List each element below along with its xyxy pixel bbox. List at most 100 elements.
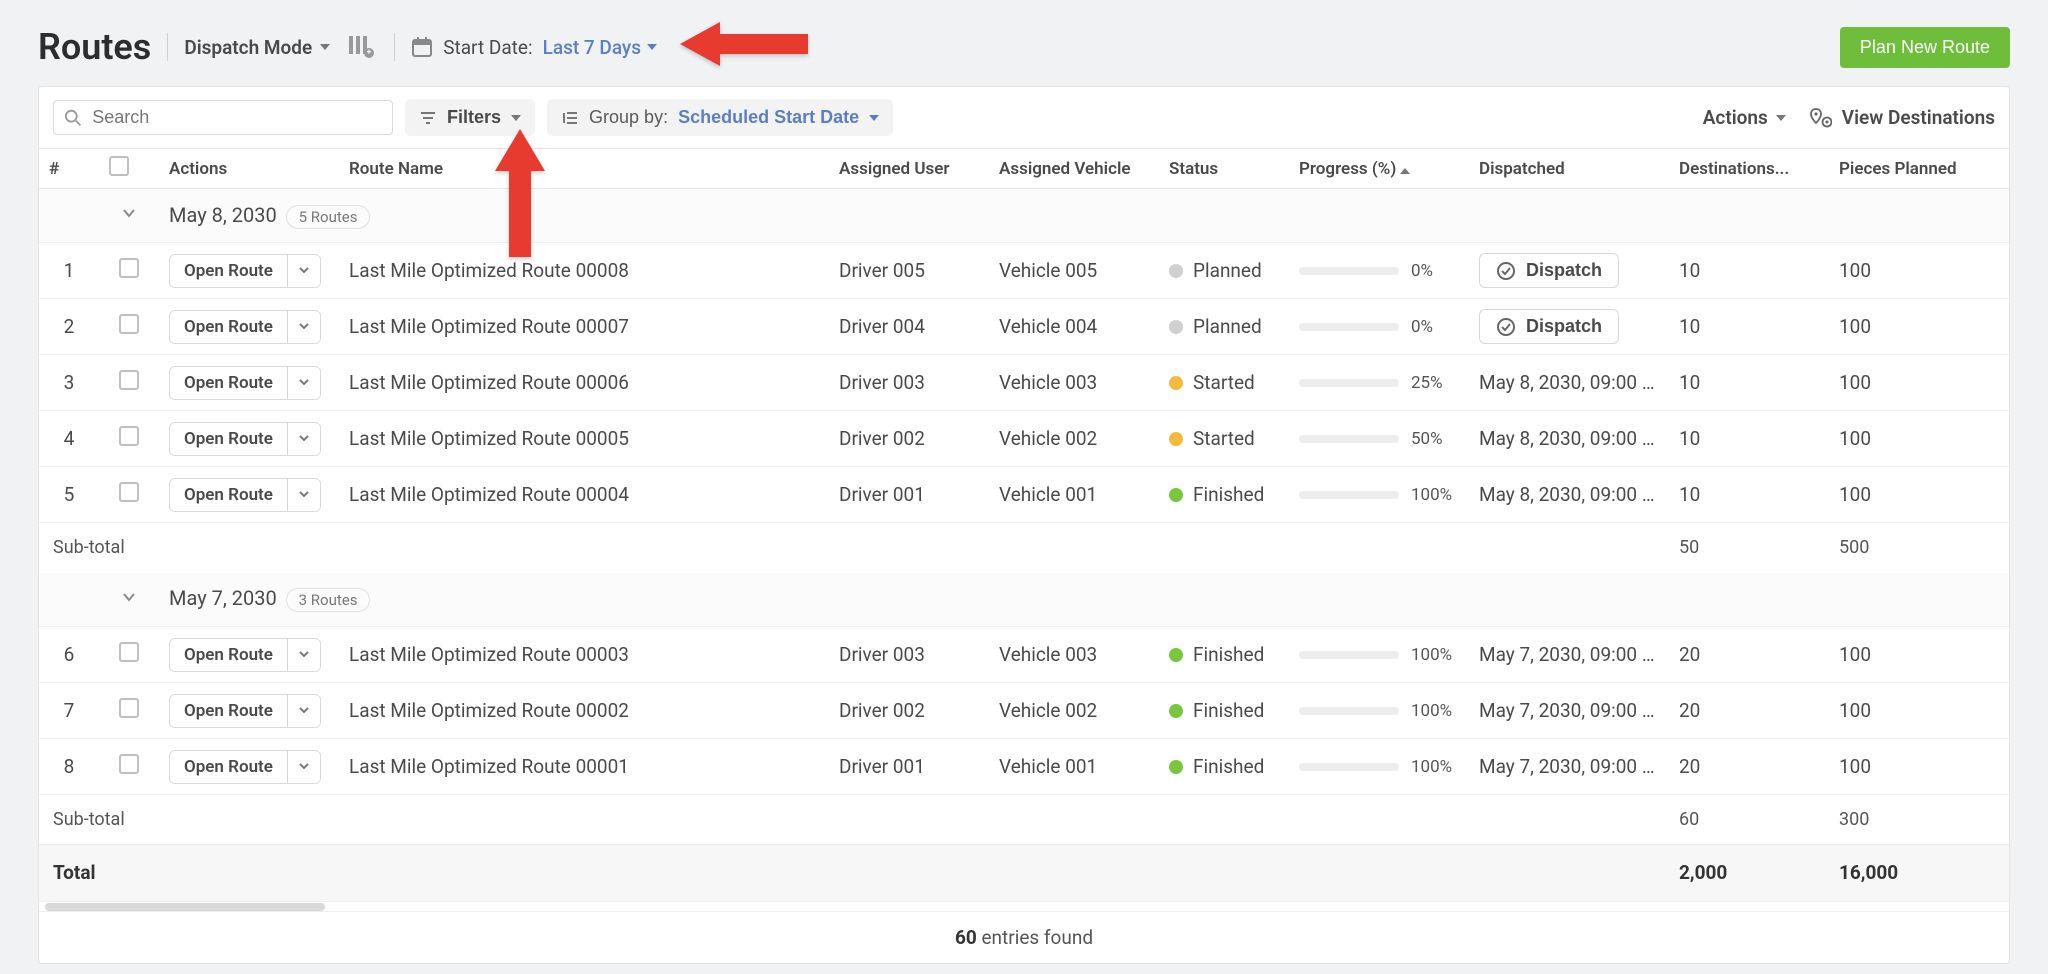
- open-route-dropdown[interactable]: [287, 311, 320, 343]
- select-all-checkbox[interactable]: [109, 156, 129, 176]
- col-status[interactable]: Status: [1159, 149, 1289, 189]
- progress-cell: 50%: [1299, 429, 1459, 449]
- pieces-planned-cell: 100: [1829, 355, 2009, 411]
- pieces-planned-cell: 100: [1829, 739, 2009, 795]
- table-row: 2Open RouteLast Mile Optimized Route 000…: [39, 299, 2009, 355]
- open-route-dropdown[interactable]: [287, 751, 320, 783]
- destinations-cell: 10: [1669, 467, 1829, 523]
- col-assigned-vehicle[interactable]: Assigned Vehicle: [989, 149, 1159, 189]
- assigned-user-cell: Driver 003: [829, 355, 989, 411]
- row-checkbox[interactable]: [119, 314, 139, 334]
- col-destinations[interactable]: Destinations...: [1669, 149, 1829, 189]
- assigned-user-cell: Driver 003: [829, 627, 989, 683]
- annotation-arrow-top: [680, 14, 810, 74]
- row-checkbox[interactable]: [119, 754, 139, 774]
- destinations-cell: 10: [1669, 299, 1829, 355]
- dispatched-cell: May 8, 2030, 09:00 AM: [1469, 355, 1669, 411]
- status-dot: [1169, 264, 1183, 278]
- dispatched-value: May 8, 2030, 09:00 AM: [1479, 427, 1669, 450]
- plan-new-route-button[interactable]: Plan New Route: [1840, 27, 2010, 68]
- dispatched-cell: May 8, 2030, 09:00 AM: [1469, 411, 1669, 467]
- subtotal-destinations: 60: [1669, 795, 1829, 845]
- routes-table: # Actions Route Name Assigned User Assig…: [39, 148, 2009, 901]
- row-checkbox[interactable]: [119, 482, 139, 502]
- calendar-icon: [411, 36, 433, 58]
- open-route-button[interactable]: Open Route: [169, 422, 321, 456]
- open-route-dropdown[interactable]: [287, 423, 320, 455]
- row-number: 2: [39, 299, 99, 355]
- open-route-button[interactable]: Open Route: [169, 478, 321, 512]
- chevron-down-icon[interactable]: [121, 589, 137, 610]
- col-select-all[interactable]: [99, 149, 159, 189]
- row-checkbox[interactable]: [119, 698, 139, 718]
- open-route-dropdown[interactable]: [287, 367, 320, 399]
- start-date-filter[interactable]: Start Date: Last 7 Days: [411, 36, 657, 59]
- subtotal-row: Sub-total60300: [39, 795, 2009, 845]
- route-name-cell: Last Mile Optimized Route 00002: [339, 683, 829, 739]
- open-route-button[interactable]: Open Route: [169, 254, 321, 288]
- open-route-button[interactable]: Open Route: [169, 366, 321, 400]
- col-actions[interactable]: Actions: [159, 149, 339, 189]
- dispatch-button[interactable]: Dispatch: [1479, 309, 1619, 344]
- open-route-button[interactable]: Open Route: [169, 694, 321, 728]
- dispatched-value: May 8, 2030, 09:00 AM: [1479, 483, 1669, 506]
- progress-cell: 100%: [1299, 757, 1459, 777]
- settings-icon-button[interactable]: [346, 31, 378, 63]
- col-pieces-planned[interactable]: Pieces Planned: [1829, 149, 2009, 189]
- search-input[interactable]: [92, 107, 382, 128]
- view-destinations-button[interactable]: View Destinations: [1810, 106, 1995, 129]
- route-name-cell: Last Mile Optimized Route 00008: [339, 243, 829, 299]
- total-destinations: 2,000: [1669, 845, 1829, 901]
- start-date-label: Start Date:: [443, 36, 532, 59]
- open-route-dropdown[interactable]: [287, 255, 320, 287]
- destinations-cell: 20: [1669, 739, 1829, 795]
- col-dispatched[interactable]: Dispatched: [1469, 149, 1669, 189]
- open-route-dropdown[interactable]: [287, 639, 320, 671]
- group-date: May 7, 2030: [169, 586, 277, 610]
- search-input-wrapper[interactable]: [53, 100, 393, 135]
- col-assigned-user[interactable]: Assigned User: [829, 149, 989, 189]
- group-header-row[interactable]: May 7, 2030 3 Routes: [39, 573, 2009, 627]
- dispatch-mode-dropdown[interactable]: Dispatch Mode: [184, 36, 330, 59]
- check-circle-icon: [1496, 261, 1516, 281]
- col-progress[interactable]: Progress (%): [1289, 149, 1469, 189]
- open-route-button[interactable]: Open Route: [169, 638, 321, 672]
- row-number: 7: [39, 683, 99, 739]
- col-route-name[interactable]: Route Name: [339, 149, 829, 189]
- open-route-dropdown[interactable]: [287, 479, 320, 511]
- group-by-button[interactable]: Group by: Scheduled Start Date: [547, 99, 893, 136]
- dispatch-button[interactable]: Dispatch: [1479, 253, 1619, 288]
- annotation-arrow-filters: [487, 129, 553, 259]
- group-header-row[interactable]: May 8, 2030 5 Routes: [39, 189, 2009, 243]
- pieces-planned-cell: 100: [1829, 627, 2009, 683]
- progress-cell: 0%: [1299, 317, 1459, 337]
- route-name-cell: Last Mile Optimized Route 00004: [339, 467, 829, 523]
- row-number: 4: [39, 411, 99, 467]
- actions-label: Actions: [1703, 106, 1768, 129]
- chevron-down-icon[interactable]: [121, 205, 137, 226]
- row-checkbox[interactable]: [119, 426, 139, 446]
- destinations-cell: 20: [1669, 627, 1829, 683]
- row-number: 6: [39, 627, 99, 683]
- open-route-button[interactable]: Open Route: [169, 750, 321, 784]
- row-checkbox[interactable]: [119, 370, 139, 390]
- actions-menu[interactable]: Actions: [1703, 106, 1786, 129]
- horizontal-scrollbar[interactable]: [39, 901, 2009, 911]
- open-route-button[interactable]: Open Route: [169, 310, 321, 344]
- destinations-cell: 10: [1669, 355, 1829, 411]
- row-checkbox[interactable]: [119, 642, 139, 662]
- table-footer: 60 entries found: [39, 911, 2009, 963]
- status-cell: Finished: [1169, 699, 1279, 722]
- dispatched-cell: Dispatch: [1469, 243, 1669, 299]
- subtotal-destinations: 50: [1669, 523, 1829, 573]
- pieces-planned-cell: 100: [1829, 683, 2009, 739]
- open-route-dropdown[interactable]: [287, 695, 320, 727]
- dispatched-value: May 7, 2030, 09:00 AM: [1479, 643, 1669, 666]
- scrollbar-thumb[interactable]: [45, 903, 325, 911]
- table-row: 1Open RouteLast Mile Optimized Route 000…: [39, 243, 2009, 299]
- row-checkbox[interactable]: [119, 258, 139, 278]
- col-number[interactable]: #: [39, 149, 99, 189]
- status-dot: [1169, 648, 1183, 662]
- status-dot: [1169, 488, 1183, 502]
- assigned-vehicle-cell: Vehicle 001: [989, 739, 1159, 795]
